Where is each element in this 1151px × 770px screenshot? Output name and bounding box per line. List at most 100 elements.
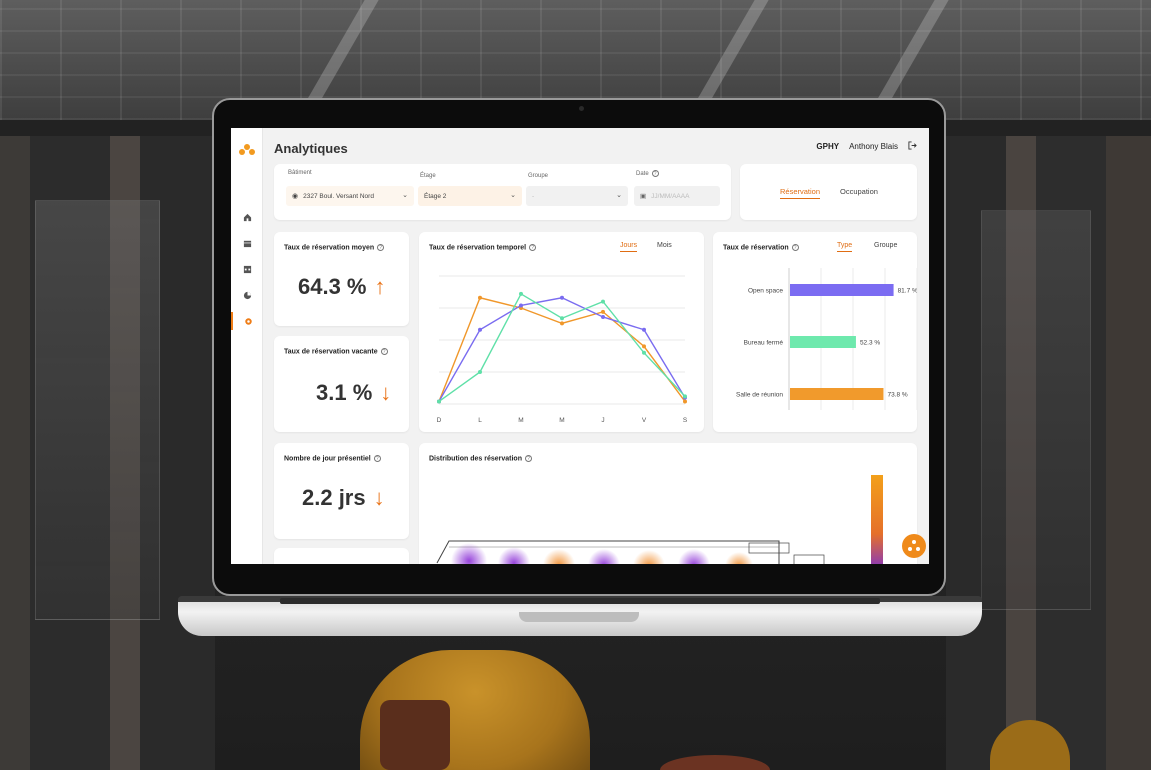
data-point — [519, 291, 523, 296]
data-point — [478, 295, 482, 300]
x-tick-label: L — [478, 417, 482, 424]
floor-value: Étage 2 — [424, 192, 447, 200]
x-tick-label: M — [518, 417, 523, 424]
user-name[interactable]: Anthony Blais — [849, 142, 898, 151]
date-input[interactable]: ▣ JJ/MM/AAAA — [634, 186, 720, 206]
bar-value-label: 52.3 % — [860, 340, 880, 347]
data-point — [642, 350, 646, 355]
help-icon[interactable]: ? — [377, 244, 385, 251]
kpi-label: Nombre de jour présentiel? — [284, 455, 381, 462]
line-chart: DLMMJVS — [437, 275, 688, 424]
camera-icon — [579, 106, 584, 111]
x-tick-label: J — [601, 417, 604, 424]
kpi-value: 3.1 % ↓ — [316, 380, 392, 405]
bar-value-label: 81.7 % — [898, 288, 917, 295]
logout-icon[interactable] — [908, 141, 917, 152]
gear-icon[interactable] — [231, 312, 263, 330]
booth-ledge — [946, 120, 1151, 136]
floor-label: Étage — [420, 173, 436, 179]
calendar-small-icon: ▣ — [640, 193, 647, 200]
group-label: Groupe — [528, 173, 549, 179]
side-table — [660, 755, 770, 770]
x-tick-label: S — [683, 417, 688, 424]
chevron-down-icon: ⌄ — [510, 192, 516, 199]
data-point — [601, 314, 605, 319]
chevron-down-icon: ⌄ — [616, 192, 622, 199]
sidebar — [231, 128, 263, 564]
calendar-icon[interactable] — [231, 234, 263, 252]
user-area: GPHY Anthony Blais — [816, 141, 917, 152]
data-point — [560, 321, 564, 326]
bar — [790, 336, 856, 348]
booth-ledge — [0, 120, 215, 136]
kpi-card: Nombre de jour présentiel? 2.2 jrs ↓ — [274, 443, 409, 539]
tab-occupation[interactable]: Occupation — [840, 187, 878, 196]
series-line — [438, 292, 686, 403]
group-value: - — [532, 192, 535, 200]
glass-panel-right — [981, 210, 1091, 610]
mode-card: Réservation Occupation — [740, 164, 917, 220]
data-point — [437, 399, 441, 404]
data-point — [478, 327, 482, 332]
data-point — [519, 303, 523, 308]
kpi-value: 2.2 jrs ↓ — [302, 485, 385, 510]
laptop-keyboard — [280, 598, 880, 604]
kpi-label: Taux de réservation vacante? — [284, 348, 388, 355]
data-point — [601, 299, 605, 304]
x-tick-label: D — [437, 417, 442, 424]
series-line — [438, 296, 686, 402]
org-name: GPHY — [816, 142, 840, 151]
app-screen: Analytiques GPHY Anthony Blais Bâtiment … — [231, 128, 929, 564]
arrow-down-icon: ↓ — [373, 485, 385, 510]
type-chart-card: Taux de réservation? Type Groupe Open sp… — [713, 232, 917, 432]
building-value: 2327 Boul. Versant Nord — [303, 192, 374, 200]
help-icon[interactable]: ? — [380, 348, 388, 355]
data-point — [642, 344, 646, 349]
floor-select[interactable]: Étage 2 ⌄ — [418, 186, 522, 206]
x-tick-label: M — [559, 417, 564, 424]
distribution-card: Distribution des réservation? — [419, 443, 917, 564]
data-point — [560, 295, 564, 300]
logo-icon — [239, 144, 255, 155]
building-select[interactable]: ◉ 2327 Boul. Versant Nord ⌄ — [286, 186, 414, 206]
x-tick-label: V — [642, 417, 647, 424]
data-point — [683, 399, 687, 404]
arrow-up-icon: ↑ — [374, 274, 386, 299]
building-label: Bâtiment — [288, 170, 312, 176]
kpi-value: 64.3 % ↑ — [298, 274, 386, 299]
location-pin-icon: ◉ — [292, 193, 299, 200]
data-point — [683, 394, 687, 399]
date-label: Date? — [636, 170, 659, 177]
kpi-card — [274, 548, 409, 564]
filters-card: Bâtiment ◉ 2327 Boul. Versant Nord ⌄ Éta… — [274, 164, 731, 220]
series-line — [438, 297, 686, 402]
home-icon[interactable] — [231, 208, 263, 226]
date-placeholder: JJ/MM/AAAA — [651, 192, 690, 200]
floor-plan-heatmap — [436, 475, 883, 564]
group-select[interactable]: - ⌄ — [526, 186, 628, 206]
bar-category-label: Salle de réunion — [736, 392, 783, 399]
pie-chart-icon[interactable] — [231, 286, 263, 304]
bookings-icon[interactable] — [231, 260, 263, 278]
cushion — [380, 700, 450, 770]
share-button[interactable] — [902, 534, 926, 558]
page-title: Analytiques — [274, 141, 348, 156]
data-point — [642, 327, 646, 332]
bar-category-label: Open space — [748, 288, 783, 295]
arrow-down-icon: ↓ — [380, 380, 392, 405]
bar — [790, 388, 884, 400]
bar-chart: Open space 81.7 % Bureau fermé 52.3 % Salle … — [736, 268, 917, 410]
chevron-down-icon: ⌄ — [402, 192, 408, 199]
tab-reservation[interactable]: Réservation — [780, 187, 821, 199]
help-icon[interactable]: ? — [651, 170, 659, 177]
kpi-card: Taux de réservation moyen? 64.3 % ↑ — [274, 232, 409, 326]
data-point — [601, 309, 605, 314]
kpi-label: Taux de réservation moyen? — [284, 244, 385, 251]
data-point — [560, 316, 564, 321]
kpi-card: Taux de réservation vacante? 3.1 % ↓ — [274, 336, 409, 432]
glass-panel-left — [35, 200, 160, 620]
help-icon[interactable]: ? — [373, 455, 381, 462]
temporal-chart-card: Taux de réservation temporel? Jours Mois… — [419, 232, 704, 432]
laptop-notch — [519, 612, 639, 622]
data-point — [478, 370, 482, 374]
